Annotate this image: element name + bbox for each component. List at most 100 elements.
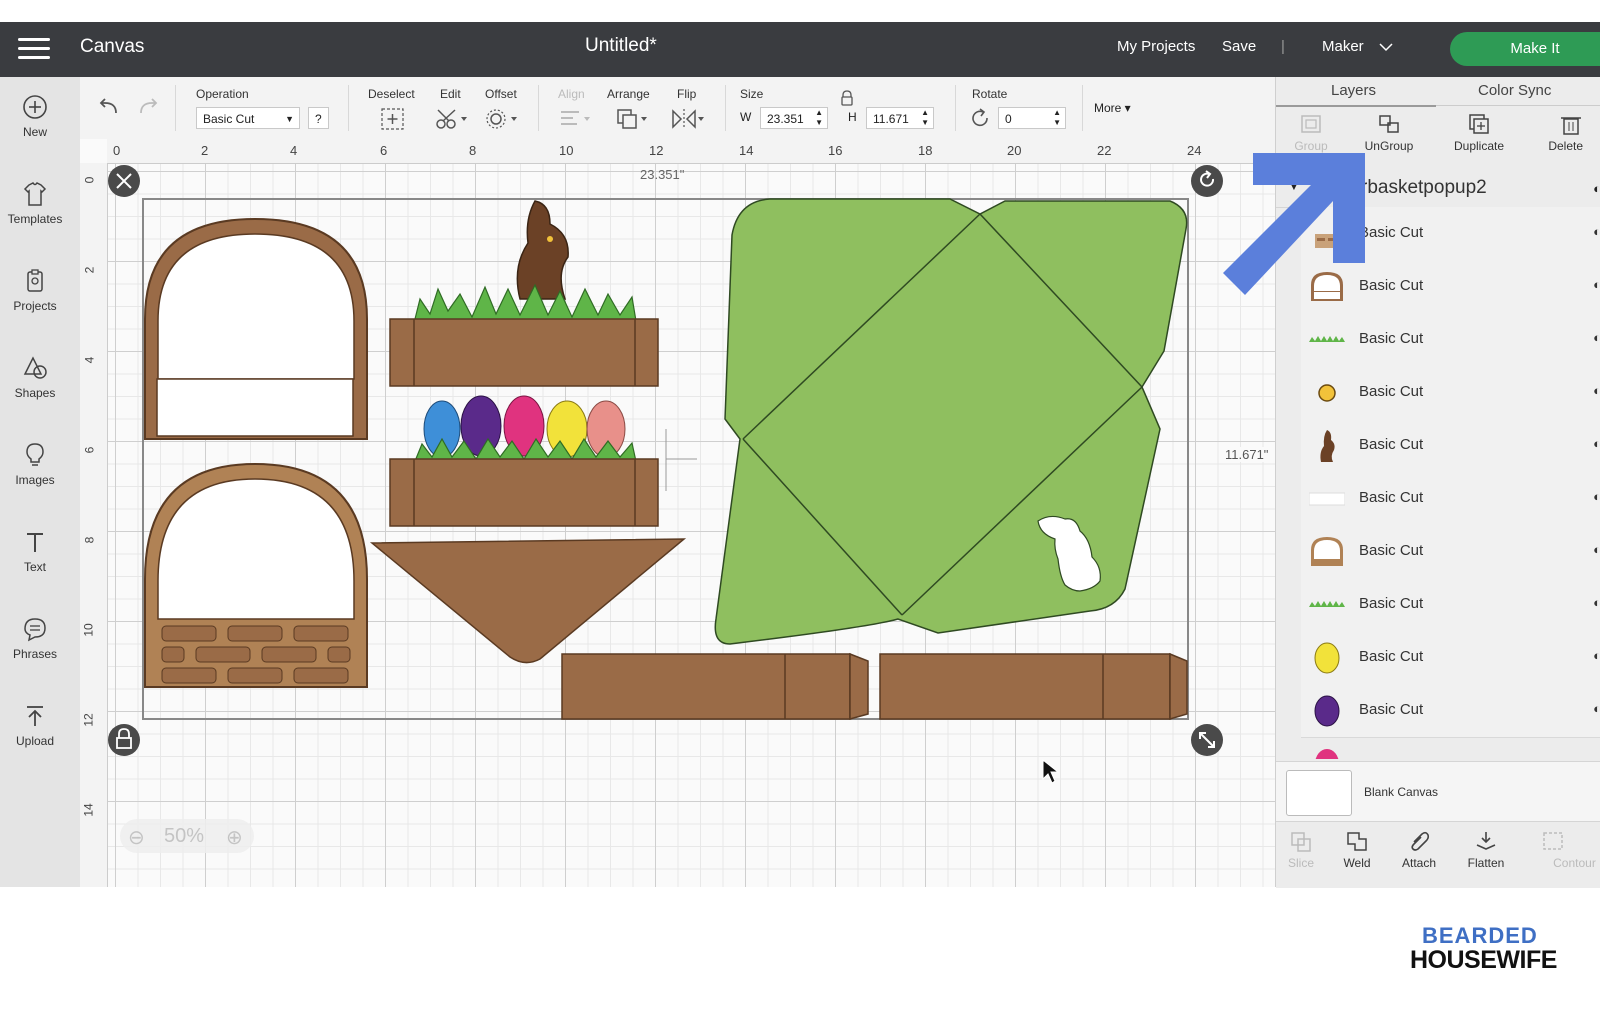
weld-button[interactable]: Weld [1322,830,1392,870]
rotate-label: Rotate [972,87,1008,101]
lock-icon[interactable] [840,90,854,111]
edit-scissors-icon[interactable] [435,107,469,136]
layer-row[interactable]: Basic Cut ◐ [1301,684,1600,738]
design-artwork[interactable] [80,139,1275,887]
flip-icon[interactable] [670,107,706,136]
basket-outline-thumb [1311,537,1343,566]
bunny-crate-shape[interactable] [389,200,659,387]
eye-icon[interactable]: ◐ [1593,701,1600,716]
eye-icon[interactable]: ◐ [1593,181,1600,196]
chocolate-bunny [516,200,569,300]
deselect-icon[interactable] [380,107,406,136]
offset-icon[interactable] [485,107,519,136]
eye-icon[interactable]: ◐ [1593,436,1600,451]
chevron-down-icon[interactable] [1378,40,1394,58]
eye-icon[interactable]: ◐ [1593,383,1600,398]
flatten-button[interactable]: Flatten [1451,830,1521,870]
basket-top-shape[interactable] [144,217,368,440]
undo-icon[interactable] [96,97,122,122]
eye-icon[interactable]: ◐ [1593,648,1600,663]
eye-icon[interactable]: ◐ [1593,224,1600,239]
layer-label: Basic Cut [1359,383,1424,400]
blank-canvas-label: Blank Canvas [1364,785,1439,799]
sidebar-item-shapes[interactable]: Shapes [0,354,70,400]
eye-icon[interactable]: ◐ [1593,542,1600,557]
operation-select[interactable]: Basic Cut ▼ [196,107,300,129]
delete-handle-icon[interactable] [108,165,140,197]
layer-row[interactable]: Basic Cut ◐ [1301,419,1600,473]
pink-egg-thumb [1315,749,1339,759]
upload-icon [27,706,43,726]
sidebar-item-upload[interactable]: Upload [0,702,70,748]
layer-row[interactable]: Basic Cut ◐ [1301,366,1600,420]
arrange-label: Arrange [607,87,650,101]
layer-row[interactable]: Basic Cut ◐ [1301,578,1600,632]
delete-label: Delete [1548,139,1583,153]
green-envelope-shape[interactable] [714,198,1188,645]
egg-crate-shape[interactable] [389,395,659,527]
redo-icon[interactable] [135,97,161,122]
shapes-icon [23,356,47,379]
grass-thumb [1309,601,1345,607]
plus-circle-icon [23,95,47,119]
zoom-out-icon[interactable]: ⊖ [128,825,145,850]
align-icon[interactable] [558,107,592,136]
base-strip-right[interactable] [879,652,1188,721]
resize-handle-icon[interactable] [1191,724,1223,756]
save-link[interactable]: Save [1222,38,1256,55]
make-it-button[interactable]: Make It [1450,32,1600,66]
sidebar-item-label: New [22,125,47,139]
eye-icon[interactable]: ◐ [1593,330,1600,345]
machine-select[interactable]: Maker [1322,38,1364,55]
tab-layers[interactable]: Layers [1276,77,1436,107]
sidebar-item-label: Projects [13,299,57,313]
triangle-base-shape[interactable] [369,538,687,664]
layer-row[interactable]: Basic Cut ◐ [1301,313,1600,367]
contour-button[interactable]: Contour [1534,830,1600,870]
sidebar-item-projects[interactable]: Projects [0,267,70,313]
attach-button[interactable]: Attach [1384,830,1454,870]
blank-canvas-swatch[interactable] [1286,770,1352,816]
layer-row[interactable]: Basic Cut ◐ [1301,631,1600,685]
design-canvas[interactable]: 0 2 4 6 8 10 12 14 16 18 20 22 24 0 2 4 … [80,139,1275,887]
sidebar-item-phrases[interactable]: Phrases [0,615,70,661]
slice-icon [1291,832,1311,852]
width-input[interactable]: 23.351 ▲ ▼ [760,107,828,129]
duplicate-button[interactable]: Duplicate [1444,113,1514,153]
rotate-input[interactable]: 0 ▲ ▼ [998,107,1066,129]
my-projects-link[interactable]: My Projects [1117,38,1195,55]
blank-canvas-row[interactable]: Blank Canvas [1276,761,1600,822]
eye-icon[interactable]: ◐ [1593,277,1600,292]
offset-label: Offset [485,87,517,101]
layer-row[interactable]: Basic Cut ◐ [1301,525,1600,579]
eye-icon[interactable]: ◐ [1593,595,1600,610]
stepper-icon[interactable]: ▲ ▼ [815,108,823,128]
height-input[interactable]: 11.671 ▲ ▼ [866,107,934,129]
height-value: 11.671 [873,112,909,126]
contour-icon [1543,832,1563,850]
logo-line-1: BEARDED [1422,923,1538,948]
arrange-icon[interactable] [615,107,649,136]
hamburger-menu-icon[interactable] [18,38,50,60]
basket-bottom-shape[interactable] [144,462,368,688]
edit-toolbar: Operation Basic Cut ▼ ? Deselect Edit Off… [80,77,1275,140]
delete-button[interactable]: Delete [1531,113,1583,153]
more-button[interactable]: More ▾ [1094,101,1131,115]
align-label: Align [558,87,585,101]
sidebar-item-text[interactable]: Text [0,528,70,574]
zoom-in-icon[interactable]: ⊕ [226,825,243,850]
operation-help-button[interactable]: ? [308,107,329,129]
eye-icon[interactable]: ◐ [1593,489,1600,504]
sidebar-item-images[interactable]: Images [0,441,70,487]
sidebar-item-new[interactable]: New [0,93,70,139]
stepper-icon[interactable]: ▲ ▼ [921,108,929,128]
lock-handle-icon[interactable] [108,724,140,756]
sidebar-item-templates[interactable]: Templates [0,180,70,226]
yellow-egg-thumb [1314,642,1340,674]
tab-color-sync[interactable]: Color Sync [1436,77,1600,106]
dropdown-arrow-icon: ▼ [285,114,294,124]
duplicate-icon [1469,114,1489,134]
base-strip-left[interactable] [561,652,869,720]
stepper-icon[interactable]: ▲ ▼ [1053,108,1061,128]
layer-row[interactable]: Basic Cut ◐ [1301,472,1600,526]
